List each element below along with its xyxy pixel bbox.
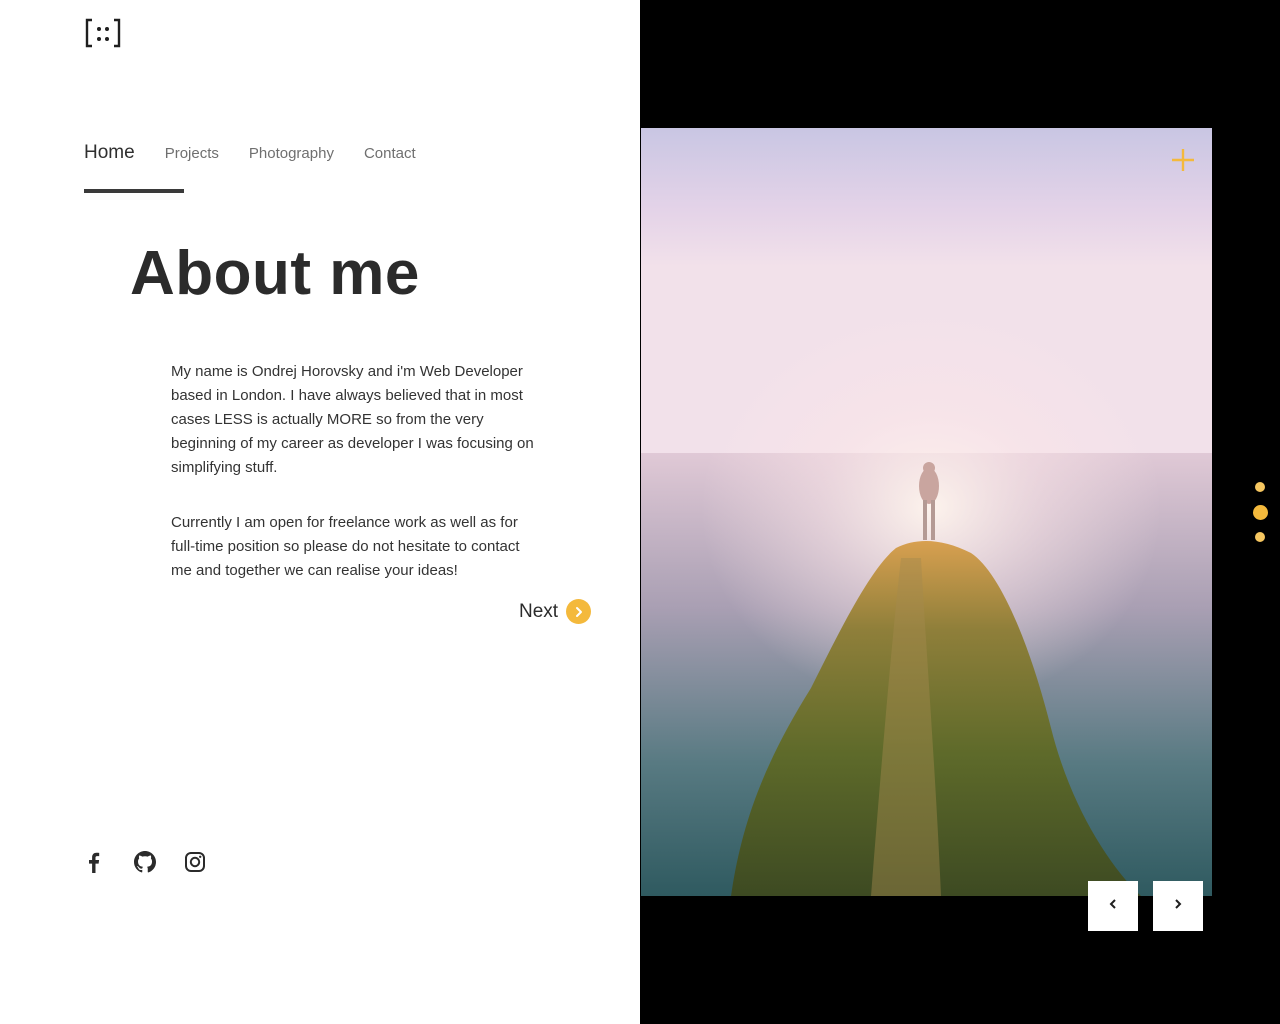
hero-photo xyxy=(641,128,1212,896)
slider-next-button[interactable] xyxy=(1153,881,1203,931)
slider-dot-2-active[interactable] xyxy=(1253,505,1268,520)
chevron-left-icon xyxy=(1108,897,1118,915)
next-link[interactable]: Next xyxy=(519,599,592,624)
logo-icon[interactable] xyxy=(84,16,124,50)
facebook-icon[interactable] xyxy=(82,850,106,874)
slider-dot-1[interactable] xyxy=(1255,482,1265,492)
nav-active-indicator xyxy=(84,189,184,193)
plus-icon[interactable] xyxy=(1170,147,1196,173)
slider-prev-button[interactable] xyxy=(1088,881,1138,931)
about-paragraph-2: Currently I am open for freelance work a… xyxy=(171,514,520,579)
about-paragraph-1: My name is Ondrej Horovsky and i'm Web D… xyxy=(171,363,534,476)
main-nav: Home Projects Photography Contact xyxy=(84,142,446,164)
nav-item-contact[interactable]: Contact xyxy=(364,145,416,162)
page-title: About me xyxy=(130,239,420,308)
nav-item-home[interactable]: Home xyxy=(84,142,135,164)
instagram-icon[interactable] xyxy=(183,850,207,874)
next-label: Next xyxy=(519,600,559,622)
left-panel: Home Projects Photography Contact About … xyxy=(0,0,640,1024)
nav-item-photography[interactable]: Photography xyxy=(249,145,334,162)
chevron-right-icon xyxy=(1173,897,1183,915)
chevron-right-circle-icon xyxy=(566,599,592,624)
slider-dot-3[interactable] xyxy=(1255,532,1265,542)
github-icon[interactable] xyxy=(133,850,157,874)
nav-item-projects[interactable]: Projects xyxy=(165,145,219,162)
